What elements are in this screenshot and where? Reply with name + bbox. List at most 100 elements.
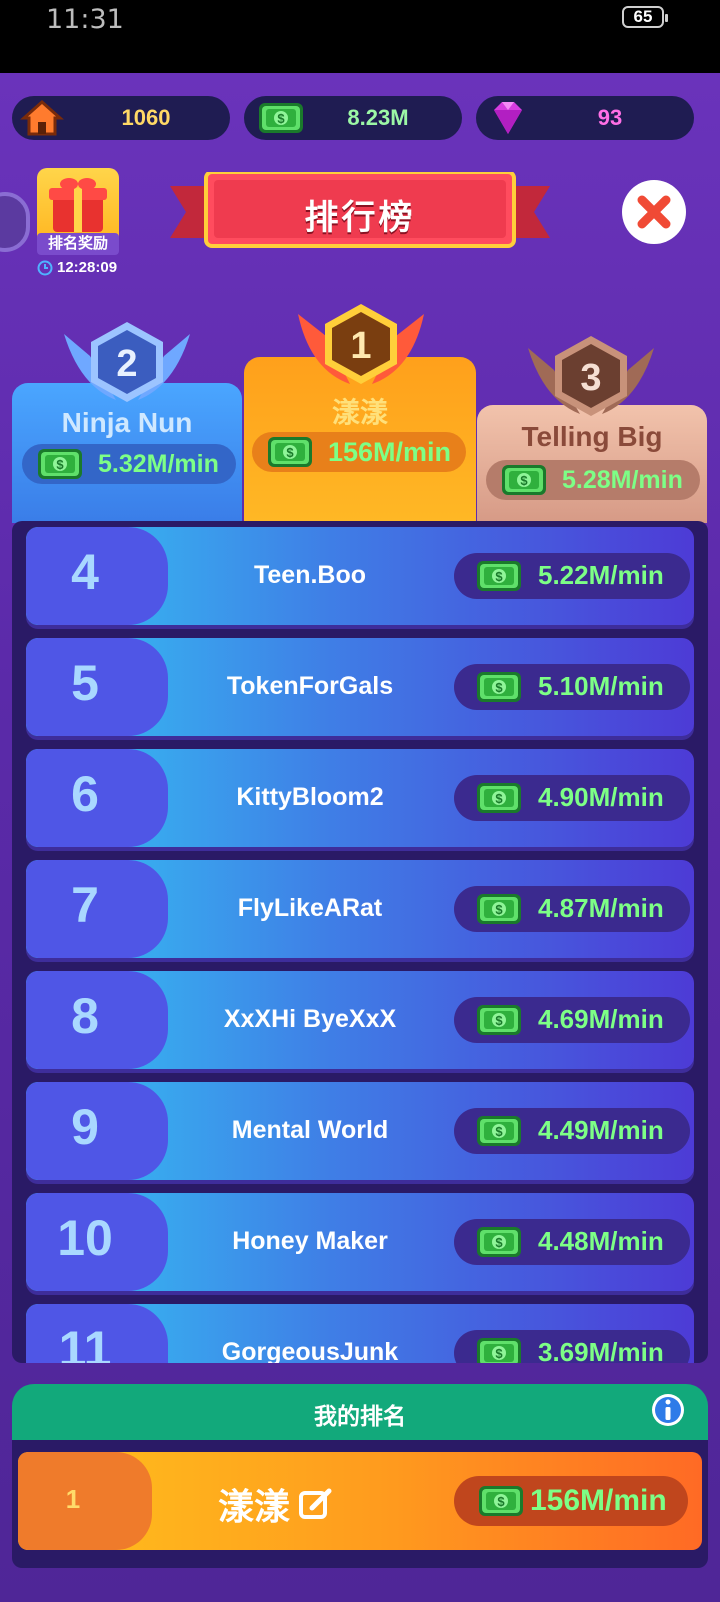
cash-icon bbox=[477, 894, 521, 924]
row-rank: 7 bbox=[71, 877, 99, 933]
podium-third-rate: 5.28M/min bbox=[486, 460, 700, 500]
cash-counter: 8.23M bbox=[244, 96, 462, 140]
rank-1-badge-icon: 1 bbox=[298, 304, 424, 384]
cash-icon bbox=[477, 561, 521, 591]
cash-icon bbox=[477, 672, 521, 702]
rank-2-number: 2 bbox=[116, 343, 137, 385]
leaderboard-list[interactable]: 4 Teen.Boo 5.22M/min 5 TokenForGals 5.10M/min… bbox=[12, 521, 708, 1363]
leaderboard-row[interactable]: 10 Honey Maker 4.48M/min bbox=[26, 1193, 694, 1291]
row-rank: 5 bbox=[71, 655, 99, 711]
row-rank: 4 bbox=[71, 544, 99, 600]
my-ranking-row: 1 漾漾 156M/min bbox=[18, 1452, 702, 1550]
row-rate-pill: 4.87M/min bbox=[454, 886, 690, 932]
reward-timer: 12:28:09 bbox=[37, 259, 117, 276]
cash-icon bbox=[477, 783, 521, 813]
row-rate-text: 4.48M/min bbox=[538, 1226, 664, 1256]
row-rate-text: 4.90M/min bbox=[538, 782, 664, 812]
rank-block: 5 bbox=[26, 638, 168, 736]
gem-value: 93 bbox=[597, 105, 623, 130]
cash-icon bbox=[502, 465, 546, 495]
row-username: Mental World bbox=[231, 1116, 389, 1144]
podium-second-rate-text: 5.32M/min bbox=[98, 449, 219, 478]
title-banner: 排行榜 bbox=[170, 172, 550, 252]
podium-second-rate: 5.32M/min bbox=[22, 444, 236, 484]
row-rate-pill: 5.22M/min bbox=[454, 553, 690, 599]
row-rate-pill: 3.69M/min bbox=[454, 1330, 690, 1363]
rank-2-badge-icon: 2 bbox=[64, 322, 190, 402]
row-rank: 9 bbox=[71, 1099, 99, 1155]
row-rank: 11 bbox=[58, 1321, 112, 1363]
info-icon[interactable] bbox=[650, 1392, 686, 1428]
leaderboard-row[interactable]: 7 FlyLikeARat 4.87M/min bbox=[26, 860, 694, 958]
home-value: 1060 bbox=[121, 105, 171, 130]
leaderboard-row[interactable]: 4 Teen.Boo 5.22M/min bbox=[26, 527, 694, 625]
leaderboard-row[interactable]: 8 XxXHi ByeXxX 4.69M/min bbox=[26, 971, 694, 1069]
row-rate-pill: 4.90M/min bbox=[454, 775, 690, 821]
cash-icon bbox=[477, 1116, 521, 1146]
my-ranking-title: 我的排名 bbox=[314, 1403, 406, 1429]
rank-1-number: 1 bbox=[350, 325, 371, 367]
leaderboard-row[interactable]: 6 KittyBloom2 4.90M/min bbox=[26, 749, 694, 847]
row-username: FlyLikeARat bbox=[237, 894, 383, 922]
rank-block: 7 bbox=[26, 860, 168, 958]
rank-3-badge-icon: 3 bbox=[528, 336, 654, 416]
row-rate-text: 5.22M/min bbox=[538, 560, 664, 590]
cash-icon bbox=[477, 1005, 521, 1035]
rank-block: 11 bbox=[26, 1304, 168, 1363]
rank-block: 9 bbox=[26, 1082, 168, 1180]
my-rank: 1 bbox=[65, 1484, 81, 1514]
cash-icon bbox=[268, 437, 312, 467]
my-rate-text: 156M/min bbox=[530, 1484, 667, 1517]
home-counter: 1060 bbox=[12, 96, 230, 140]
row-rate-pill: 5.10M/min bbox=[454, 664, 690, 710]
gem-counter: 93 bbox=[476, 96, 694, 140]
podium-first-name: 漾漾 bbox=[331, 397, 388, 428]
my-rank-block: 1 bbox=[18, 1452, 152, 1550]
close-icon bbox=[637, 195, 671, 229]
leaderboard-row[interactable]: 5 TokenForGals 5.10M/min bbox=[26, 638, 694, 736]
row-rate-text: 4.69M/min bbox=[538, 1004, 664, 1034]
podium-first-rate: 156M/min bbox=[252, 432, 466, 472]
row-rate-text: 3.69M/min bbox=[538, 1337, 664, 1363]
my-name-group: 漾漾 bbox=[218, 1478, 334, 1530]
row-username: Teen.Boo bbox=[253, 561, 367, 589]
podium-third-rate-text: 5.28M/min bbox=[562, 465, 683, 494]
gift-icon bbox=[49, 178, 107, 232]
clock-icon bbox=[37, 260, 53, 275]
edit-icon[interactable] bbox=[298, 1486, 334, 1522]
close-button[interactable] bbox=[622, 180, 686, 244]
row-rank: 6 bbox=[71, 766, 99, 822]
status-bar: 11:31 65 bbox=[0, 0, 720, 73]
cash-icon bbox=[38, 449, 82, 479]
rank-block: 10 bbox=[26, 1193, 168, 1291]
row-rate-pill: 4.69M/min bbox=[454, 997, 690, 1043]
cash-icon bbox=[479, 1486, 523, 1516]
row-rate-pill: 4.48M/min bbox=[454, 1219, 690, 1265]
row-rank: 10 bbox=[57, 1210, 113, 1266]
row-username: Honey Maker bbox=[232, 1227, 388, 1255]
row-rate-text: 4.49M/min bbox=[538, 1115, 664, 1145]
rank-block: 6 bbox=[26, 749, 168, 847]
row-username: XxXHi ByeXxX bbox=[223, 1005, 397, 1033]
page-title: 排行榜 bbox=[304, 199, 416, 237]
row-username: TokenForGals bbox=[226, 672, 394, 700]
cash-icon bbox=[477, 1338, 521, 1363]
status-time: 11:31 bbox=[46, 4, 124, 35]
rank-block: 8 bbox=[26, 971, 168, 1069]
rank-reward-label: 排名奖励 bbox=[37, 233, 119, 255]
rank-3-number: 3 bbox=[580, 357, 601, 399]
cash-icon bbox=[477, 1227, 521, 1257]
row-rate-pill: 4.49M/min bbox=[454, 1108, 690, 1154]
my-rate-pill: 156M/min bbox=[454, 1476, 688, 1526]
leaderboard-row[interactable]: 9 Mental World 4.49M/min bbox=[26, 1082, 694, 1180]
cash-value: 8.23M bbox=[347, 105, 409, 130]
row-rank: 8 bbox=[71, 988, 99, 1044]
leaderboard-row[interactable]: 11 GorgeousJunk 3.69M/min bbox=[26, 1304, 694, 1363]
row-username: GorgeousJunk bbox=[221, 1338, 399, 1363]
row-rate-text: 4.87M/min bbox=[538, 893, 664, 923]
battery-icon: 65 bbox=[622, 6, 668, 28]
my-name: 漾漾 bbox=[218, 1486, 291, 1527]
row-username: KittyBloom2 bbox=[236, 783, 384, 811]
my-ranking-header: 我的排名 bbox=[12, 1384, 708, 1440]
podium-first-rate-text: 156M/min bbox=[328, 436, 452, 467]
